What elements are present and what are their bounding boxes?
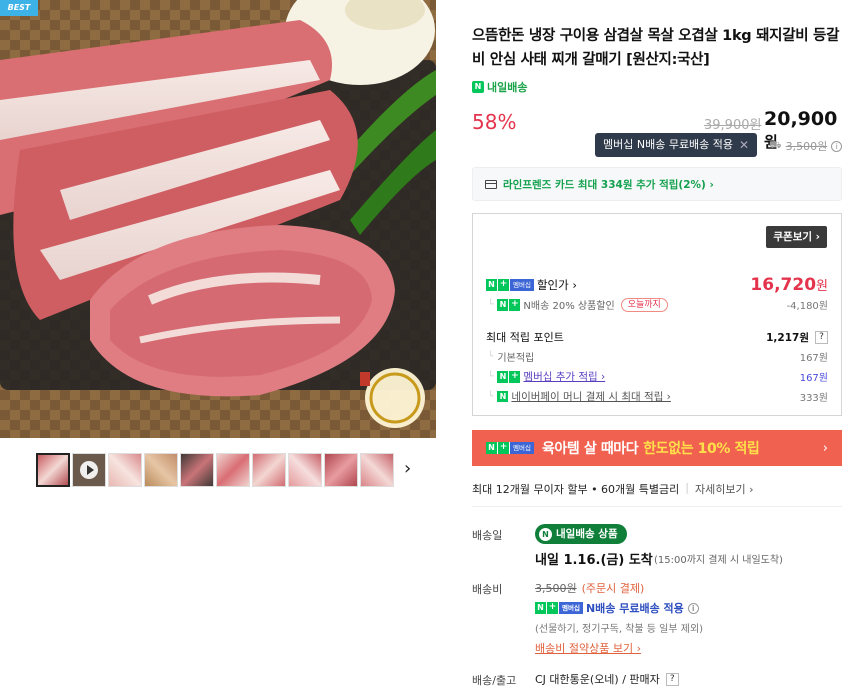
points-label: 최대 적립 포인트	[486, 331, 564, 344]
card-offer[interactable]: 라인프렌즈 카드 최대 334원 추가 적립(2%) ›	[472, 167, 842, 201]
shipping-fee-original: 3,500원	[535, 582, 577, 595]
close-icon[interactable]: ✕	[739, 133, 749, 157]
installment-info: 최대 12개월 무이자 할부 • 60개월 특별금리 | 자세히보기 ›	[472, 481, 754, 497]
discount-price-value: 16,720	[750, 275, 817, 295]
basic-points-row: └ 기본적립 167원	[486, 349, 828, 365]
shipping-fee-note: (주문시 결제)	[581, 582, 645, 595]
basic-points-label: 기본적립	[497, 353, 535, 364]
tooltip-text: 멤버십 N배송 무료배송 적용	[603, 138, 734, 151]
banner-text: 육아템 살 때마다	[541, 441, 639, 457]
n-plus-badge: N +	[497, 298, 521, 311]
thumbnail[interactable]	[180, 453, 214, 487]
thumbnail-video[interactable]	[72, 453, 106, 487]
credit-card-icon	[485, 179, 497, 189]
sale-price-value: 20,900	[764, 108, 838, 130]
shipping-fee-label: 배송비	[472, 583, 503, 596]
npay-points-row: └ N 네이버페이 머니 결제 시 최대 적립 › 333원	[488, 389, 828, 404]
thumbnail[interactable]	[252, 453, 286, 487]
membership-free-shipping-tooltip: 멤버십 N배송 무료배송 적용 ✕	[595, 133, 758, 157]
membership-points-link[interactable]: 멤버십 추가 적립 ›	[523, 369, 605, 384]
carrier-text: CJ 대한통운(오네) / 판매자	[535, 673, 660, 686]
membership-badge: N + 멤버십	[535, 602, 583, 614]
ndelivery-discount-label: N배송 20% 상품할인	[523, 301, 615, 312]
today-only-pill: 오늘까지	[620, 297, 668, 312]
npay-icon: N	[497, 391, 509, 402]
basic-points-value: 167원	[799, 353, 828, 364]
product-title: 으뜸한돈 냉장 구이용 삼겹살 목살 오겹살 1kg 돼지갈비 등갈비 안심 사…	[472, 28, 840, 68]
n-delivery-icon: N	[472, 81, 484, 93]
tomorrow-delivery-pill: N 내일배송 상품	[535, 524, 627, 544]
points-value: 1,217원	[766, 331, 809, 344]
exclusion-note: (선물하기, 정기구독, 착불 등 일부 제외)	[535, 624, 704, 635]
banner-highlight: 한도없는 10% 적립	[643, 441, 760, 457]
tomorrow-delivery-tag: N 내일배송	[472, 79, 527, 95]
thumbnail[interactable]	[360, 453, 394, 487]
n-plus-badge: N +	[497, 370, 521, 383]
truck-icon: ⛟	[769, 139, 782, 151]
membership-points-value: 167원	[799, 373, 828, 384]
chevron-right-icon[interactable]: ›	[404, 458, 420, 480]
benefit-box: 쿠폰보기 › N + 멤버십 할인가 › 16,720원 └ N + N배송 20% …	[472, 213, 842, 416]
thumbnail[interactable]	[324, 453, 358, 487]
nfree-shipping-row: N + 멤버십 N배송 무료배송 적용 i	[535, 600, 699, 616]
info-icon[interactable]: i	[687, 602, 699, 614]
thumbnail[interactable]	[216, 453, 250, 487]
membership-badge: N + 멤버십	[486, 279, 534, 291]
best-badge: BEST	[0, 0, 38, 16]
carrier-label: 배송/출고	[472, 674, 517, 687]
original-price: 39,900원	[704, 118, 762, 133]
ndelivery-discount-row: └ N + N배송 20% 상품할인 오늘까지 -4,180원	[488, 297, 828, 312]
delivery-date-label: 배송일	[472, 529, 503, 542]
product-main-image[interactable]: BEST	[0, 0, 436, 438]
card-offer-text: 라인프렌즈 카드 최대 334원 추가 적립(2%) ›	[503, 178, 714, 191]
coupon-view-button[interactable]: 쿠폰보기 ›	[766, 226, 827, 248]
pork-belly-photo	[0, 0, 436, 438]
arrival-date: 내일 1.16.(금) 도착	[535, 553, 653, 568]
discount-price-label[interactable]: 할인가 ›	[537, 277, 577, 293]
chevron-right-icon: ›	[822, 440, 828, 456]
thumbnail[interactable]	[144, 453, 178, 487]
arrival-note: (15:00까지 결제 시 내일도착)	[654, 555, 783, 566]
info-icon[interactable]: i	[831, 140, 843, 152]
thumbnail[interactable]	[288, 453, 322, 487]
discount-price-row: N + 멤버십 할인가 › 16,720원	[486, 275, 828, 295]
installment-detail-link[interactable]: 자세히보기 ›	[695, 481, 754, 497]
shipping-save-link[interactable]: 배송비 절약상품 보기 ›	[535, 640, 641, 656]
divider	[472, 506, 842, 507]
shipping-fee-strike: 3,500원	[785, 140, 828, 153]
ndelivery-discount-value: -4,180원	[786, 301, 828, 312]
npay-points-value: 333원	[799, 393, 828, 404]
membership-badge: N + 멤버십	[486, 442, 534, 454]
tomorrow-delivery-pill-label: 내일배송 상품	[556, 528, 618, 540]
points-row: 최대 적립 포인트 1,217원 ?	[486, 329, 828, 345]
discount-price-unit: 원	[816, 279, 828, 294]
carrier-info: CJ 대한통운(오네) / 판매자 ?	[535, 671, 679, 687]
discount-price-value-wrap: 16,720원	[750, 275, 828, 295]
shipping-fee-inline: ⛟ 3,500원 i	[769, 138, 843, 154]
thumbnail[interactable]	[36, 453, 70, 487]
play-icon	[80, 461, 98, 479]
membership-promo-banner[interactable]: N + 멤버십 육아템 살 때마다 한도없는 10% 적립 ›	[472, 430, 842, 466]
thumbnail[interactable]	[108, 453, 142, 487]
help-icon[interactable]: ?	[665, 672, 679, 686]
discount-rate: 58%	[472, 110, 517, 134]
membership-points-row: └ N + 멤버십 추가 적립 › 167원	[488, 369, 828, 384]
npay-points-link[interactable]: 네이버페이 머니 결제 시 최대 적립 ›	[511, 389, 670, 404]
shipping-fee-row: 3,500원 (주문시 결제)	[535, 580, 644, 596]
thumbnail-strip	[36, 452, 416, 488]
nfree-shipping-text: N배송 무료배송 적용	[585, 602, 684, 615]
help-icon[interactable]: ?	[815, 330, 828, 344]
installment-text: 최대 12개월 무이자 할부 • 60개월 특별금리	[472, 483, 680, 496]
tomorrow-delivery-label: 내일배송	[487, 81, 528, 94]
n-delivery-icon: N	[539, 527, 552, 541]
